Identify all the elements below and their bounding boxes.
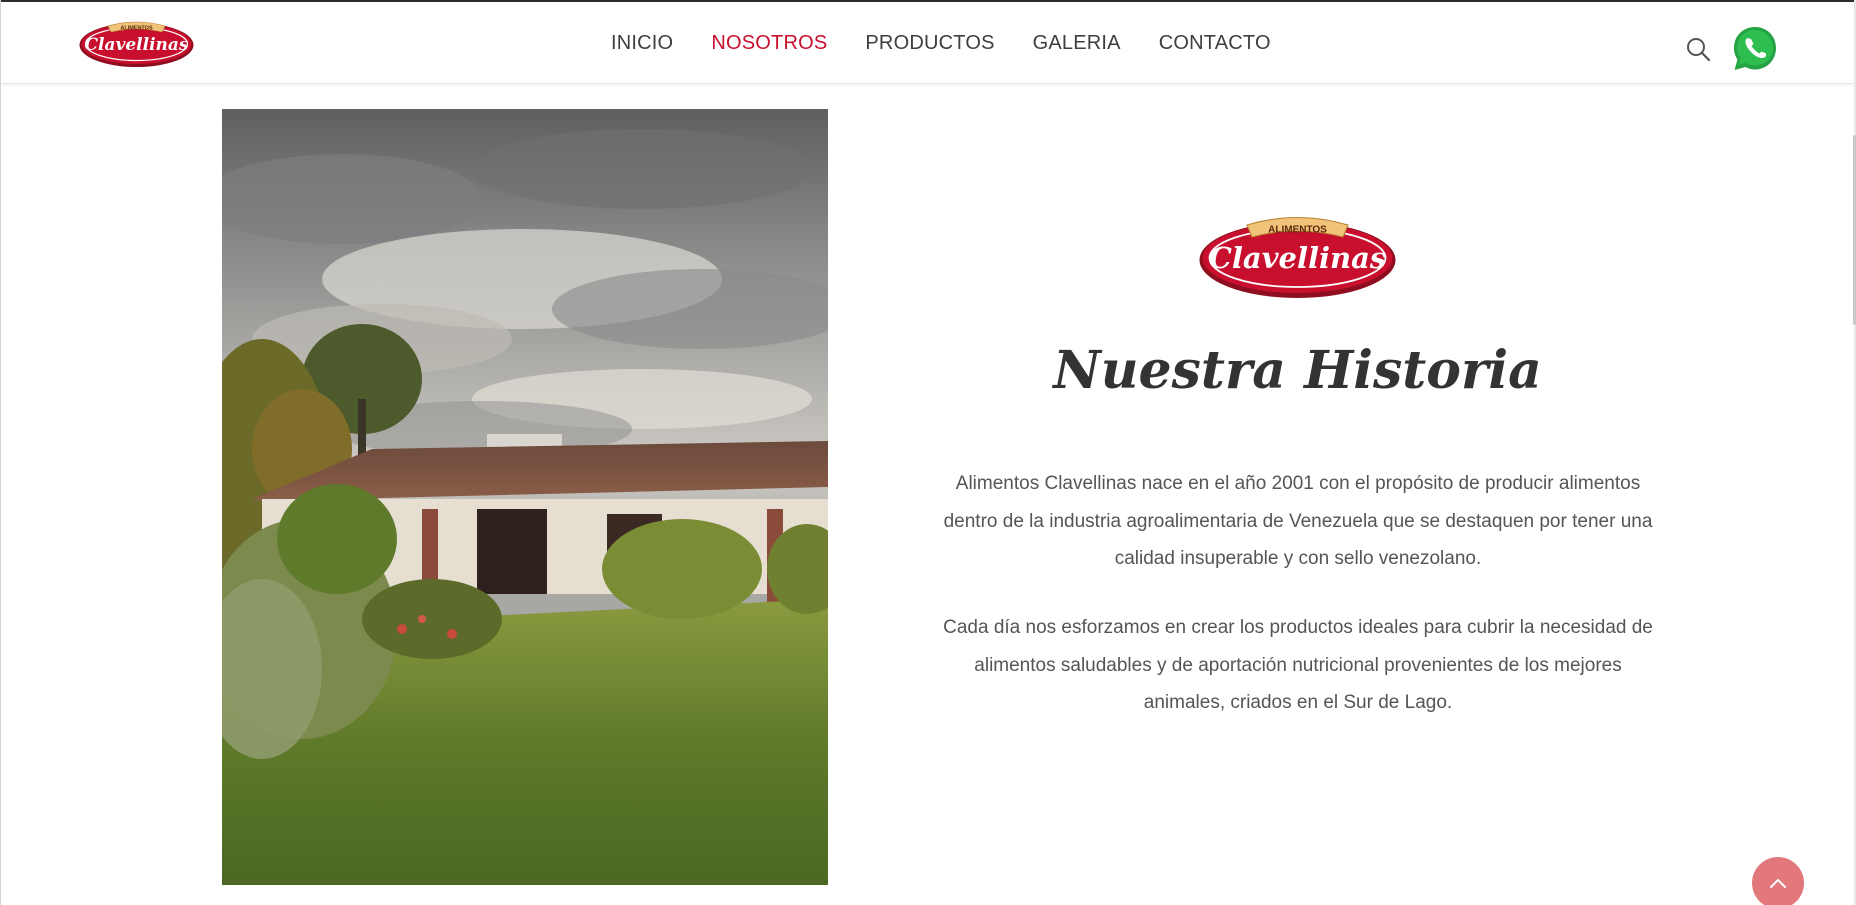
site-header: ALIMENTOS Clavellinas INICIO NOSOTROS PR…: [1, 2, 1853, 84]
whatsapp-icon[interactable]: [1731, 25, 1779, 73]
brand-logo-large: ALIMENTOS Clavellinas: [1199, 217, 1396, 298]
search-icon[interactable]: [1684, 35, 1712, 63]
hacienda-photo: [222, 109, 828, 885]
nav-item-contacto[interactable]: CONTACTO: [1159, 32, 1271, 60]
history-paragraph-1: Alimentos Clavellinas nace en el año 200…: [943, 473, 1653, 569]
logo-small-top-text: ALIMENTOS: [120, 26, 153, 32]
nav-item-nosotros[interactable]: NOSOTROS: [711, 32, 827, 60]
scroll-to-top-button[interactable]: [1752, 857, 1804, 905]
main-nav: INICIO NOSOTROS PRODUCTOS GALERIA CONTAC…: [611, 32, 1309, 60]
logo-large-name-text: Clavellinas: [1209, 241, 1386, 275]
left-border: [0, 0, 1, 905]
logo-large-top-text: ALIMENTOS: [1268, 225, 1327, 236]
nav-item-productos[interactable]: PRODUCTOS: [865, 32, 994, 60]
brand-logo[interactable]: ALIMENTOS Clavellinas: [78, 17, 195, 69]
history-paragraph-2: Cada día nos esforzamos en crear los pro…: [943, 617, 1653, 713]
section-title: Nuestra Historia: [1053, 340, 1542, 401]
nav-item-galeria[interactable]: GALERIA: [1033, 32, 1121, 60]
nav-item-inicio[interactable]: INICIO: [611, 32, 673, 60]
chevron-up-icon: [1770, 879, 1786, 888]
logo-small-name-text: Clavellinas: [84, 35, 188, 55]
